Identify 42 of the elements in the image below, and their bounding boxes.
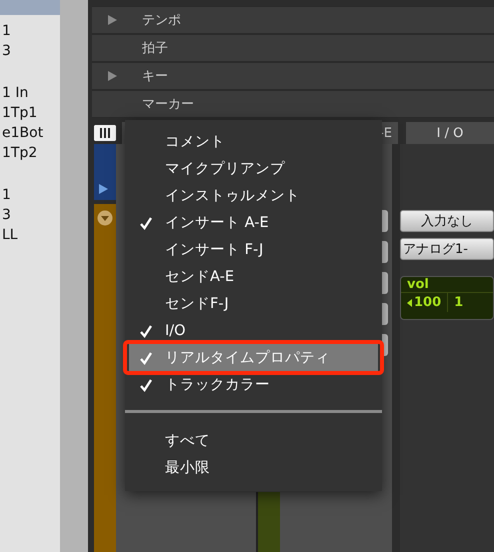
check-icon [139, 378, 153, 392]
column-header: I / O [406, 122, 494, 144]
track-name[interactable]: 1 [0, 21, 60, 41]
track-name[interactable]: 3 [0, 205, 60, 225]
ruler-label: マーカー [142, 96, 194, 113]
volume-label: vol [406, 277, 430, 292]
menu-item[interactable]: インサート F-J [129, 236, 378, 263]
track-name[interactable]: 1 [0, 185, 60, 205]
expand-triangle-icon[interactable] [106, 70, 118, 82]
selected-row [0, 0, 60, 15]
menu-item[interactable]: コメント [129, 128, 378, 155]
ruler-label: テンポ [142, 12, 181, 29]
check-icon [139, 350, 153, 364]
menu-item[interactable]: すべて [129, 427, 378, 454]
check-icon [139, 216, 153, 230]
volume-value: 100 [414, 295, 442, 310]
ruler-label: 拍子 [142, 40, 168, 57]
track-name[interactable]: 1Tp1 [0, 103, 60, 123]
menu-item[interactable]: センドF-J [129, 290, 378, 317]
track-name[interactable]: LL [0, 225, 60, 245]
track-name[interactable]: 3 [0, 41, 60, 61]
track-name[interactable]: 1 In [0, 83, 60, 103]
ruler-label: キー [142, 68, 168, 85]
menu-item[interactable]: 最小限 [129, 454, 378, 481]
track-name[interactable]: 1Tp2 [0, 143, 60, 163]
input-selector[interactable]: 入力なし [400, 210, 494, 232]
play-triangle-icon[interactable] [98, 184, 108, 194]
expand-triangle-icon[interactable] [106, 14, 118, 26]
left-arrow-icon [407, 298, 412, 306]
volume-value: 1 [453, 295, 464, 310]
menu-item[interactable]: I/O [129, 317, 378, 344]
level-meter [256, 492, 280, 552]
track-name[interactable]: e1Bot [0, 123, 60, 143]
dropdown-circle-icon[interactable] [97, 210, 113, 226]
menu-item[interactable]: インストゥルメント [129, 182, 378, 209]
menu-item[interactable]: トラックカラー [129, 371, 378, 398]
output-selector[interactable]: アナログ1- [400, 238, 494, 260]
menu-item[interactable]: マイクプリアンプ [129, 155, 378, 182]
check-icon [139, 324, 153, 338]
view-columns-icon[interactable] [94, 125, 116, 141]
menu-item[interactable]: センドA-E [129, 263, 378, 290]
menu-item[interactable]: インサート A-E [129, 209, 378, 236]
